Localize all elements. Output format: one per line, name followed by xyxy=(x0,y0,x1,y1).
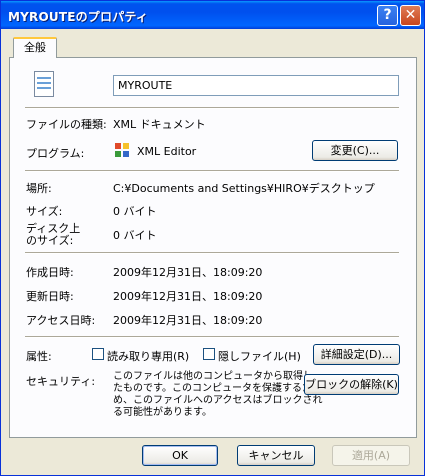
advanced-button[interactable]: 詳細設定(D)... xyxy=(313,344,400,365)
divider xyxy=(25,252,399,254)
unblock-button[interactable]: ブロックの解除(K) xyxy=(304,374,399,395)
security-text-line: め、このファイルへのアクセスはブロックされ xyxy=(113,395,323,406)
created-value: 2009年12月31日、18:09:20 xyxy=(113,266,263,279)
cancel-button[interactable]: キャンセル xyxy=(237,445,315,466)
hidden-checkbox[interactable] xyxy=(203,348,215,360)
program-label: プログラム: xyxy=(26,147,85,160)
close-button[interactable]: ✕ xyxy=(400,5,421,26)
hidden-label[interactable]: 隠しファイル(H) xyxy=(218,348,301,364)
accessed-label: アクセス日時: xyxy=(26,314,96,327)
xml-document-icon xyxy=(34,71,54,97)
disk-size-label-line2: のサイズ: xyxy=(26,234,74,247)
readonly-label[interactable]: 読み取り専用(R) xyxy=(107,348,189,364)
size-value: 0 バイト xyxy=(113,205,157,218)
security-text-line: たものです。このコンピュータを保護するた xyxy=(113,383,312,394)
xml-editor-icon xyxy=(115,143,129,157)
location-label: 場所: xyxy=(26,182,52,195)
security-label: セキュリティ: xyxy=(26,375,96,388)
tab-general[interactable]: 全般 xyxy=(13,37,57,58)
size-label: サイズ: xyxy=(26,205,63,218)
location-value: C:¥Documents and Settings¥HIRO¥デスクトップ xyxy=(113,182,375,195)
divider xyxy=(25,336,399,338)
change-button[interactable]: 変更(C)... xyxy=(312,140,398,161)
ok-button[interactable]: OK xyxy=(142,445,218,466)
divider xyxy=(25,107,399,109)
properties-dialog: MYROUTEのプロパティ ? ✕ 全般 MYROUTE ファイルの種類: XM… xyxy=(0,0,425,476)
window-title: MYROUTEのプロパティ xyxy=(8,10,149,24)
accessed-value: 2009年12月31日、18:09:20 xyxy=(113,314,263,327)
security-text-line: このファイルは他のコンピュータから取得し xyxy=(113,371,313,382)
title-bar[interactable]: MYROUTEのプロパティ ? ✕ xyxy=(1,1,424,29)
help-button[interactable]: ? xyxy=(377,5,398,26)
type-label: ファイルの種類: xyxy=(26,118,107,131)
security-text-line: る可能性があります。 xyxy=(113,407,212,418)
file-name-input[interactable]: MYROUTE xyxy=(113,75,399,96)
program-value: XML Editor xyxy=(137,145,197,158)
type-value: XML ドキュメント xyxy=(113,118,206,131)
modified-value: 2009年12月31日、18:09:20 xyxy=(113,290,263,303)
disk-size-label: ディスク上 のサイズ: xyxy=(26,223,80,247)
security-text: このファイルは他のコンピュータから取得し たものです。このコンピュータを保護する… xyxy=(113,371,323,419)
divider xyxy=(25,170,399,172)
attributes-label: 属性: xyxy=(26,350,52,363)
modified-label: 更新日時: xyxy=(26,290,74,303)
created-label: 作成日時: xyxy=(26,266,74,279)
apply-button[interactable]: 適用(A) xyxy=(332,445,410,466)
disk-size-value: 0 バイト xyxy=(113,229,157,242)
readonly-checkbox[interactable] xyxy=(92,348,104,360)
